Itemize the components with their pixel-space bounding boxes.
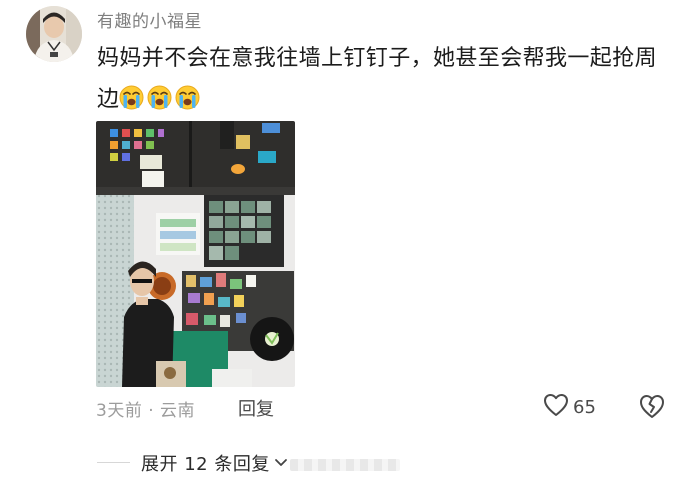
dislike-button[interactable] [638,393,666,421]
comment-card: 有趣的小福星 妈妈并不会在意我往墙上钉钉子，她甚至会帮我一起抢周边 3天前 · … [0,0,690,485]
heart-outline-icon [543,393,569,421]
expand-divider [97,462,130,463]
username[interactable]: 有趣的小福星 [97,7,202,32]
crying-face-icon [119,83,144,110]
avatar-image [26,6,82,62]
like-button[interactable]: 65 [543,393,596,421]
crying-face-icon [175,83,200,110]
broken-heart-outline-icon [638,395,666,423]
photo-image [96,121,295,387]
comment-meta: 3天前 · 云南 [96,401,196,421]
comment-photo[interactable] [96,121,295,387]
chevron-down-icon [270,452,288,474]
blurred-overlay [290,459,400,471]
reply-button[interactable]: 回复 [238,395,274,421]
comment-text: 妈妈并不会在意我往墙上钉钉子，她甚至会帮我一起抢周边 [97,38,672,120]
expand-replies-button[interactable]: 展开 12 条回复 [141,450,288,476]
crying-face-icon [147,83,172,110]
like-count: 65 [573,396,596,418]
expand-replies-label: 展开 12 条回复 [141,454,270,475]
avatar[interactable] [26,6,82,62]
